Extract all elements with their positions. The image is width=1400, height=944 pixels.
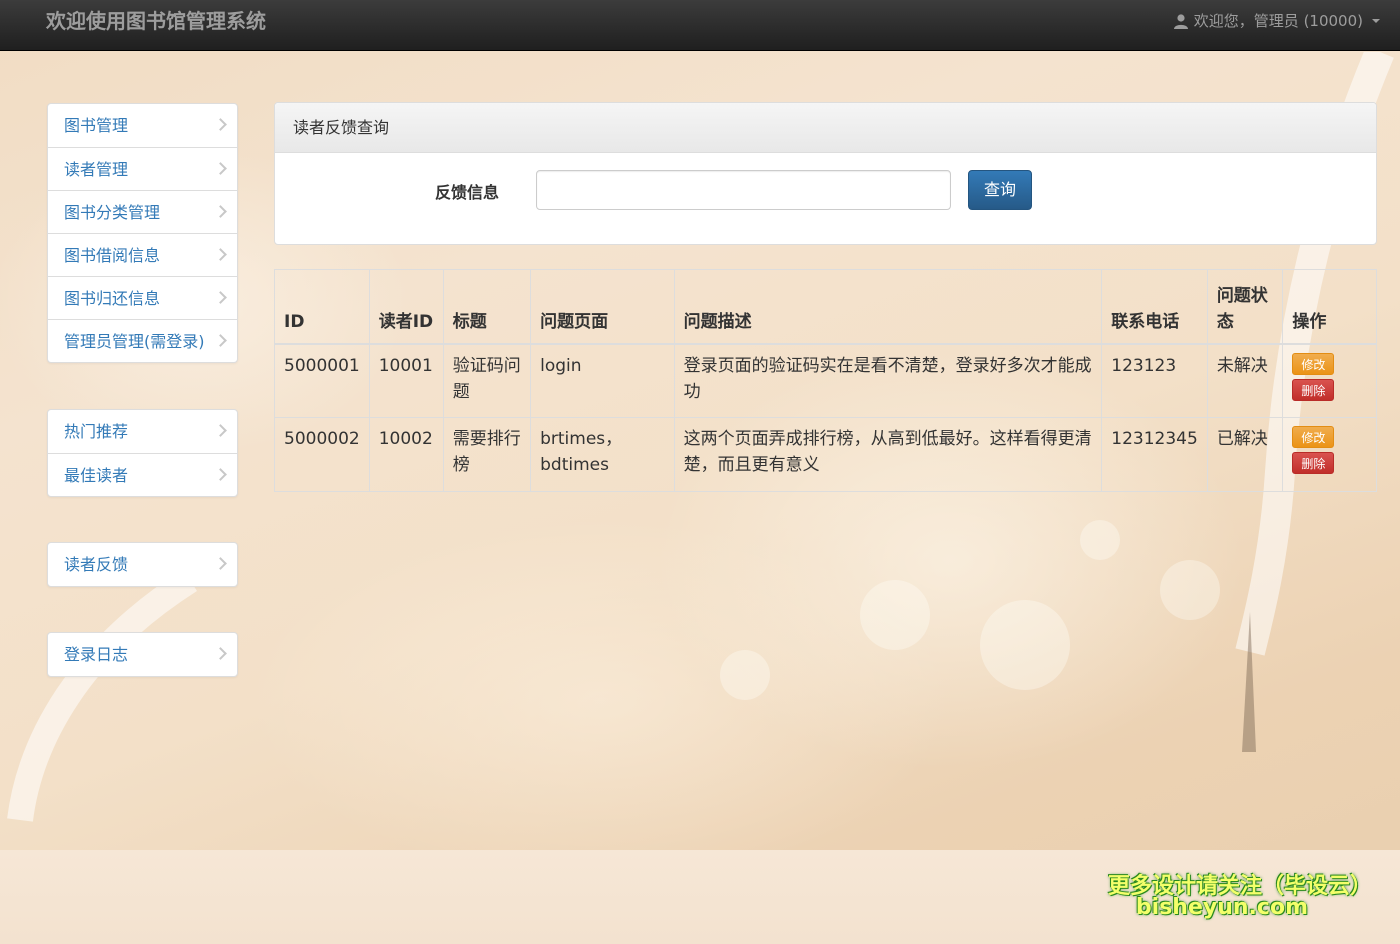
sidebar-group-main: 图书管理 读者管理 图书分类管理 图书借阅信息 图书归还信息 管理员管理(需登录… (47, 103, 238, 363)
delete-button[interactable]: 删除 (1292, 452, 1335, 474)
bokeh-light (980, 600, 1070, 690)
sidebar-item-label: 图书分类管理 (64, 203, 161, 222)
chevron-right-icon (214, 468, 227, 481)
panel-title: 读者反馈查询 (275, 103, 1376, 153)
feedback-info-label: 反馈信息 (435, 183, 500, 202)
cell-phone: 12312345 (1101, 417, 1208, 492)
table-row: 5000002 10002 需要排行榜 brtimes，bdtimes 这两个页… (274, 417, 1377, 492)
column-header-phone[interactable]: 联系电话 (1101, 269, 1208, 345)
cell-status: 已解决 (1206, 417, 1284, 492)
bokeh-light (720, 650, 770, 700)
edit-button[interactable]: 修改 (1292, 352, 1335, 375)
sidebar-item-best-reader[interactable]: 最佳读者 (48, 453, 237, 496)
cell-id: 5000002 (274, 417, 370, 492)
sidebar-item-label: 登录日志 (64, 645, 129, 664)
chevron-right-icon (214, 118, 227, 131)
sidebar-item-borrow-info[interactable]: 图书借阅信息 (48, 233, 237, 276)
sidebar-item-login-log[interactable]: 登录日志 (48, 633, 237, 676)
delete-button[interactable]: 删除 (1292, 378, 1335, 401)
caret-down-icon (1372, 19, 1380, 23)
chevron-right-icon (214, 647, 227, 660)
chevron-right-icon (214, 424, 227, 437)
cell-reader-id: 10001 (368, 343, 444, 418)
column-header-reader-id[interactable]: 读者ID (368, 269, 444, 345)
cell-page: brtimes，bdtimes (530, 417, 675, 492)
cell-id: 5000001 (274, 343, 370, 418)
user-icon (1173, 14, 1188, 29)
table-row: 5000001 10001 验证码问题 login 登录页面的验证码实在是看不清… (274, 343, 1377, 418)
user-dropdown[interactable]: 欢迎您，管理员 (10000) (1173, 11, 1380, 31)
sidebar-item-label: 读者反馈 (64, 555, 129, 574)
bokeh-light (1080, 520, 1120, 560)
cell-title: 需要排行榜 (442, 417, 532, 492)
cell-page: login (530, 343, 675, 418)
chevron-right-icon (214, 205, 227, 218)
cell-title: 验证码问题 (442, 343, 532, 418)
sidebar-item-label: 图书借阅信息 (64, 246, 161, 265)
cell-status: 未解决 (1206, 343, 1284, 418)
sidebar-item-category-management[interactable]: 图书分类管理 (48, 190, 237, 233)
user-greeting: 欢迎您，管理员 (10000) (1193, 12, 1363, 30)
column-header-id[interactable]: ID (274, 269, 370, 345)
watermark-url: bisheyun.com (1135, 895, 1308, 920)
sidebar-item-reader-management[interactable]: 读者管理 (48, 147, 237, 190)
sidebar-group-stats: 热门推荐 最佳读者 (47, 409, 238, 497)
top-navbar: 欢迎使用图书馆管理系统 欢迎您，管理员 (10000) (0, 0, 1400, 51)
feedback-info-input[interactable] (536, 170, 951, 210)
chevron-right-icon (214, 248, 227, 261)
column-header-actions: 操作 (1282, 269, 1377, 345)
sidebar-item-label: 管理员管理(需登录) (64, 332, 205, 351)
chevron-right-icon (214, 291, 227, 304)
sidebar-item-label: 读者管理 (64, 160, 129, 179)
column-header-status[interactable]: 问题状态 (1206, 269, 1284, 345)
sidebar-item-admin-management[interactable]: 管理员管理(需登录) (48, 319, 237, 362)
sidebar-item-book-management[interactable]: 图书管理 (48, 104, 237, 147)
sidebar-item-hot-recommend[interactable]: 热门推荐 (48, 410, 237, 453)
cell-reader-id: 10002 (368, 417, 444, 492)
chevron-right-icon (214, 334, 227, 347)
chevron-right-icon (214, 162, 227, 175)
sidebar-group-log: 登录日志 (47, 632, 238, 677)
sidebar-item-return-info[interactable]: 图书归还信息 (48, 276, 237, 319)
bokeh-light (860, 580, 930, 650)
cell-actions: 修改 删除 (1282, 343, 1377, 418)
feedback-query-panel: 读者反馈查询 反馈信息 查询 (274, 102, 1377, 245)
sidebar-group-feedback: 读者反馈 (47, 542, 238, 587)
query-button[interactable]: 查询 (968, 170, 1032, 210)
feather-decoration (7, 569, 197, 822)
cell-description: 登录页面的验证码实在是看不清楚，登录好多次才能成功 (673, 343, 1103, 418)
app-title[interactable]: 欢迎使用图书馆管理系统 (46, 8, 266, 34)
sidebar-item-label: 热门推荐 (64, 422, 129, 441)
cell-description: 这两个页面弄成排行榜，从高到低最好。这样看得更清楚，而且更有意义 (673, 417, 1103, 492)
feedback-table: ID 读者ID 标题 问题页面 问题描述 联系电话 问题状态 操作 500000… (274, 269, 1377, 492)
sidebar-item-reader-feedback[interactable]: 读者反馈 (48, 543, 237, 586)
sidebar-item-label: 图书归还信息 (64, 289, 161, 308)
column-header-title[interactable]: 标题 (442, 269, 532, 345)
table-header-row: ID 读者ID 标题 问题页面 问题描述 联系电话 问题状态 操作 (274, 269, 1377, 345)
sidebar-item-label: 图书管理 (64, 116, 129, 135)
column-header-description[interactable]: 问题描述 (673, 269, 1103, 345)
cell-actions: 修改 删除 (1282, 417, 1377, 492)
cell-phone: 123123 (1101, 343, 1208, 418)
chevron-right-icon (214, 557, 227, 570)
sidebar-item-label: 最佳读者 (64, 466, 129, 485)
edit-button[interactable]: 修改 (1292, 426, 1335, 448)
column-header-page[interactable]: 问题页面 (530, 269, 675, 345)
